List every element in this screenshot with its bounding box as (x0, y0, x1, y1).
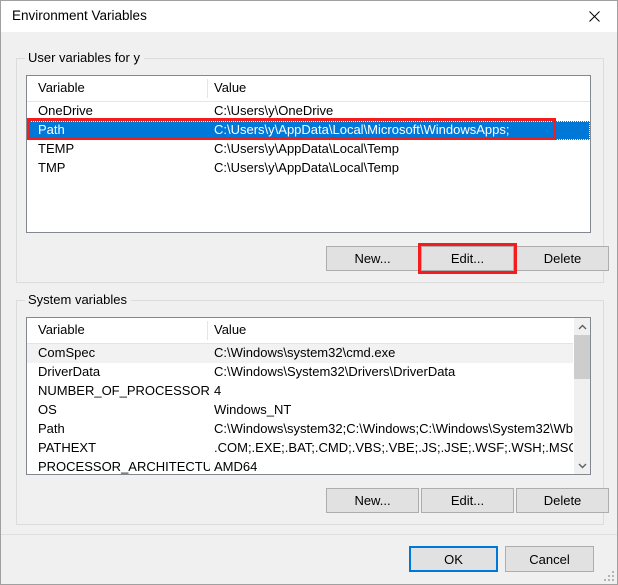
window-title: Environment Variables (12, 8, 147, 23)
user-column-header-variable[interactable]: Variable (38, 80, 85, 95)
user-column-header-value[interactable]: Value (214, 80, 246, 95)
chevron-down-icon (578, 463, 586, 468)
user_section-variable-value: C:\Users\y\AppData\Local\Temp (214, 141, 399, 156)
table-row[interactable]: OneDrive C:\Users\y\OneDrive (27, 102, 590, 121)
user_section-variable-value: C:\Users\y\AppData\Local\Temp (214, 160, 399, 175)
title-bar: Environment Variables (1, 1, 617, 33)
user-column-divider (207, 79, 208, 98)
system_section-variable-name: OS (38, 402, 57, 417)
system-column-divider (207, 321, 208, 340)
system-list-body: ComSpec C:\Windows\system32\cmd.exe Driver… (27, 344, 590, 474)
system_section-variable-value: AMD64 (214, 459, 258, 474)
table-row[interactable]: Path C:\Windows\system32;C:\Windows;C:\Wi… (27, 420, 590, 439)
system-edit-button[interactable]: Edit... (421, 488, 514, 513)
user_section-variable-name: TEMP (38, 141, 75, 156)
footer-separator (1, 534, 617, 535)
system-new-button[interactable]: New... (326, 488, 419, 513)
table-row[interactable]: OS Windows_NT (27, 401, 590, 420)
system-delete-button[interactable]: Delete (516, 488, 609, 513)
system-column-header-variable[interactable]: Variable (38, 322, 85, 337)
system_section-variable-name: Path (38, 421, 65, 436)
user-new-button[interactable]: New... (326, 246, 419, 271)
user_section-variable-value: C:\Users\y\AppData\Local\Microsoft\Windo… (214, 122, 510, 137)
user-variables-group: User variables for y Variable Value OneD… (16, 50, 609, 283)
scrollbar-thumb[interactable] (574, 335, 590, 379)
table-row[interactable]: TMP C:\Users\y\AppData\Local\Temp (27, 159, 590, 178)
user-group-legend: User variables for y (25, 50, 144, 65)
table-row[interactable]: TEMP C:\Users\y\AppData\Local\Temp (27, 140, 590, 159)
user-variables-listview[interactable]: Variable Value OneDrive C:\Users\y\OneDri… (26, 75, 591, 233)
user-delete-button[interactable]: Delete (516, 246, 609, 271)
system_section-variable-value: .COM;.EXE;.BAT;.CMD;.VBS;.VBE;.JS;.JSE;.… (214, 440, 578, 455)
system_section-variable-value: C:\Windows\system32;C:\Windows;C:\Window… (214, 421, 584, 436)
resize-grip[interactable] (602, 569, 614, 581)
close-button[interactable] (571, 1, 617, 31)
user_section-variable-value: C:\Users\y\OneDrive (214, 103, 334, 118)
system_section-variable-name: ComSpec (38, 345, 96, 360)
scrollbar-down-button[interactable] (574, 457, 590, 474)
table-row[interactable]: ComSpec C:\Windows\system32\cmd.exe (27, 344, 590, 363)
table-row[interactable]: NUMBER_OF_PROCESSORS 4 (27, 382, 590, 401)
system_section-variable-name: PROCESSOR_ARCHITECTURE (38, 459, 210, 474)
environment-variables-dialog: Environment Variables User variables for… (0, 0, 618, 585)
cancel-button[interactable]: Cancel (505, 546, 594, 572)
user_section-variable-name: Path (38, 122, 65, 137)
ok-button[interactable]: OK (409, 546, 498, 572)
system_section-variable-name: PATHEXT (38, 440, 97, 455)
table-row[interactable]: PROCESSOR_ARCHITECTURE AMD64 (27, 458, 590, 474)
system-list-header: Variable Value (27, 318, 590, 344)
close-icon (588, 10, 600, 22)
system_section-variable-value: C:\Windows\system32\cmd.exe (214, 345, 396, 360)
system_section-variable-value: Windows_NT (214, 402, 292, 417)
system_section-variable-value: 4 (214, 383, 222, 398)
user-edit-button[interactable]: Edit... (421, 246, 514, 271)
system_section-variable-name: NUMBER_OF_PROCESSORS (38, 383, 210, 398)
system-variables-group: System variables Variable Value ComSpec C… (16, 292, 609, 525)
system-group-legend: System variables (25, 292, 131, 307)
scrollbar-up-button[interactable] (574, 318, 590, 335)
user_section-variable-name: OneDrive (38, 103, 93, 118)
system_section-variable-name: DriverData (38, 364, 101, 379)
system-variables-listview[interactable]: Variable Value ComSpec C:\Windows\system3… (26, 317, 591, 475)
user-list-header: Variable Value (27, 76, 590, 102)
system-list-scrollbar[interactable] (573, 318, 590, 474)
table-row[interactable]: DriverData C:\Windows\System32\Drivers\Dr… (27, 363, 590, 382)
system-column-header-value[interactable]: Value (214, 322, 246, 337)
table-row[interactable]: PATHEXT .COM;.EXE;.BAT;.CMD;.VBS;.VBE;.JS… (27, 439, 590, 458)
chevron-up-icon (578, 324, 586, 329)
user_section-variable-name: TMP (38, 160, 66, 175)
system_section-variable-value: C:\Windows\System32\Drivers\DriverData (214, 364, 456, 379)
user-list-body: OneDrive C:\Users\y\OneDrive Path C:\Users\… (27, 102, 590, 178)
table-row[interactable]: Path C:\Users\y\AppData\Local\Microsoft\W… (27, 121, 590, 140)
